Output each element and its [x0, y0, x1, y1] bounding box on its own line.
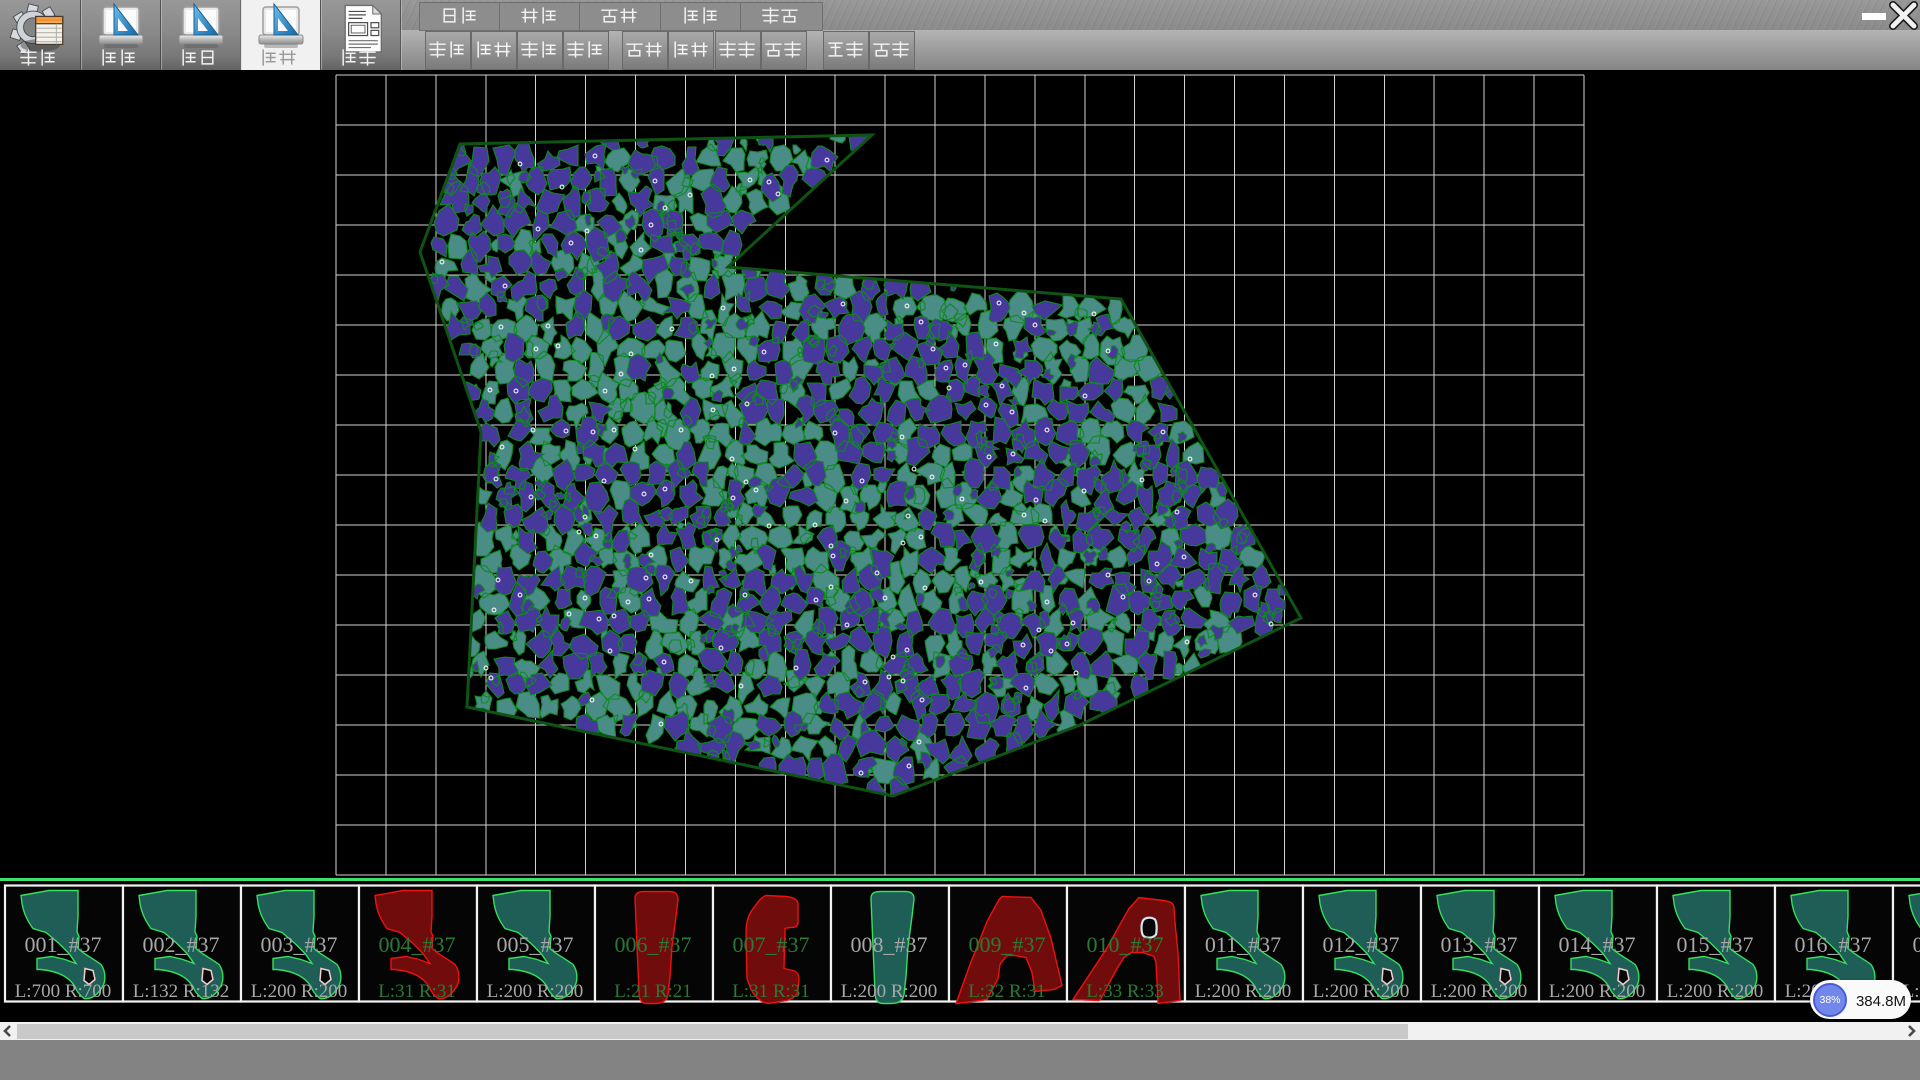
- svg-text:016_#37: 016_#37: [1795, 932, 1872, 957]
- svg-text:L:132 R:132: L:132 R:132: [133, 981, 230, 1002]
- svg-text:L:200 R:200: L:200 R:200: [251, 981, 348, 1002]
- svg-text:L:200 R:200: L:200 R:200: [1667, 981, 1764, 1002]
- svg-text:L:31 R:31: L:31 R:31: [732, 981, 810, 1002]
- svg-text:005_#37: 005_#37: [497, 932, 574, 957]
- svg-text:011_#37: 011_#37: [1205, 932, 1281, 957]
- svg-text:004_#37: 004_#37: [379, 932, 456, 957]
- svg-text:L:21 R:21: L:21 R:21: [614, 981, 692, 1002]
- svg-text:L:31 R:31: L:31 R:31: [378, 981, 456, 1002]
- svg-text:001_#37: 001_#37: [25, 932, 102, 957]
- svg-text:015_#37: 015_#37: [1677, 932, 1754, 957]
- svg-text:009_#37: 009_#37: [969, 932, 1046, 957]
- svg-text:L:200 R:200: L:200 R:200: [1549, 981, 1646, 1002]
- svg-text:007_#37: 007_#37: [733, 932, 810, 957]
- svg-text:L:33 R:33: L:33 R:33: [1086, 981, 1164, 1002]
- svg-text:002_#37: 002_#37: [143, 932, 220, 957]
- svg-text:012_#37: 012_#37: [1323, 932, 1400, 957]
- svg-text:013_#37: 013_#37: [1441, 932, 1518, 957]
- svg-text:L:200 R:200: L:200 R:200: [1431, 981, 1528, 1002]
- svg-text:L:200 R:200: L:200 R:200: [841, 981, 938, 1002]
- svg-text:L:200 R:200: L:200 R:200: [487, 981, 584, 1002]
- svg-text:L:32 R:31: L:32 R:31: [968, 981, 1046, 1002]
- svg-text:L:700 R:700: L:700 R:700: [15, 981, 112, 1002]
- svg-text:L:200 R:200: L:200 R:200: [1313, 981, 1410, 1002]
- svg-text:003_#37: 003_#37: [261, 932, 338, 957]
- svg-text:010_#37: 010_#37: [1087, 932, 1164, 957]
- svg-text:008_#37: 008_#37: [851, 932, 928, 957]
- svg-text:006_#37: 006_#37: [615, 932, 692, 957]
- svg-text:L:200 R:200: L:200 R:200: [1195, 981, 1292, 1002]
- svg-text:017_#37: 017_#37: [1913, 932, 1920, 957]
- svg-text:014_#37: 014_#37: [1559, 932, 1636, 957]
